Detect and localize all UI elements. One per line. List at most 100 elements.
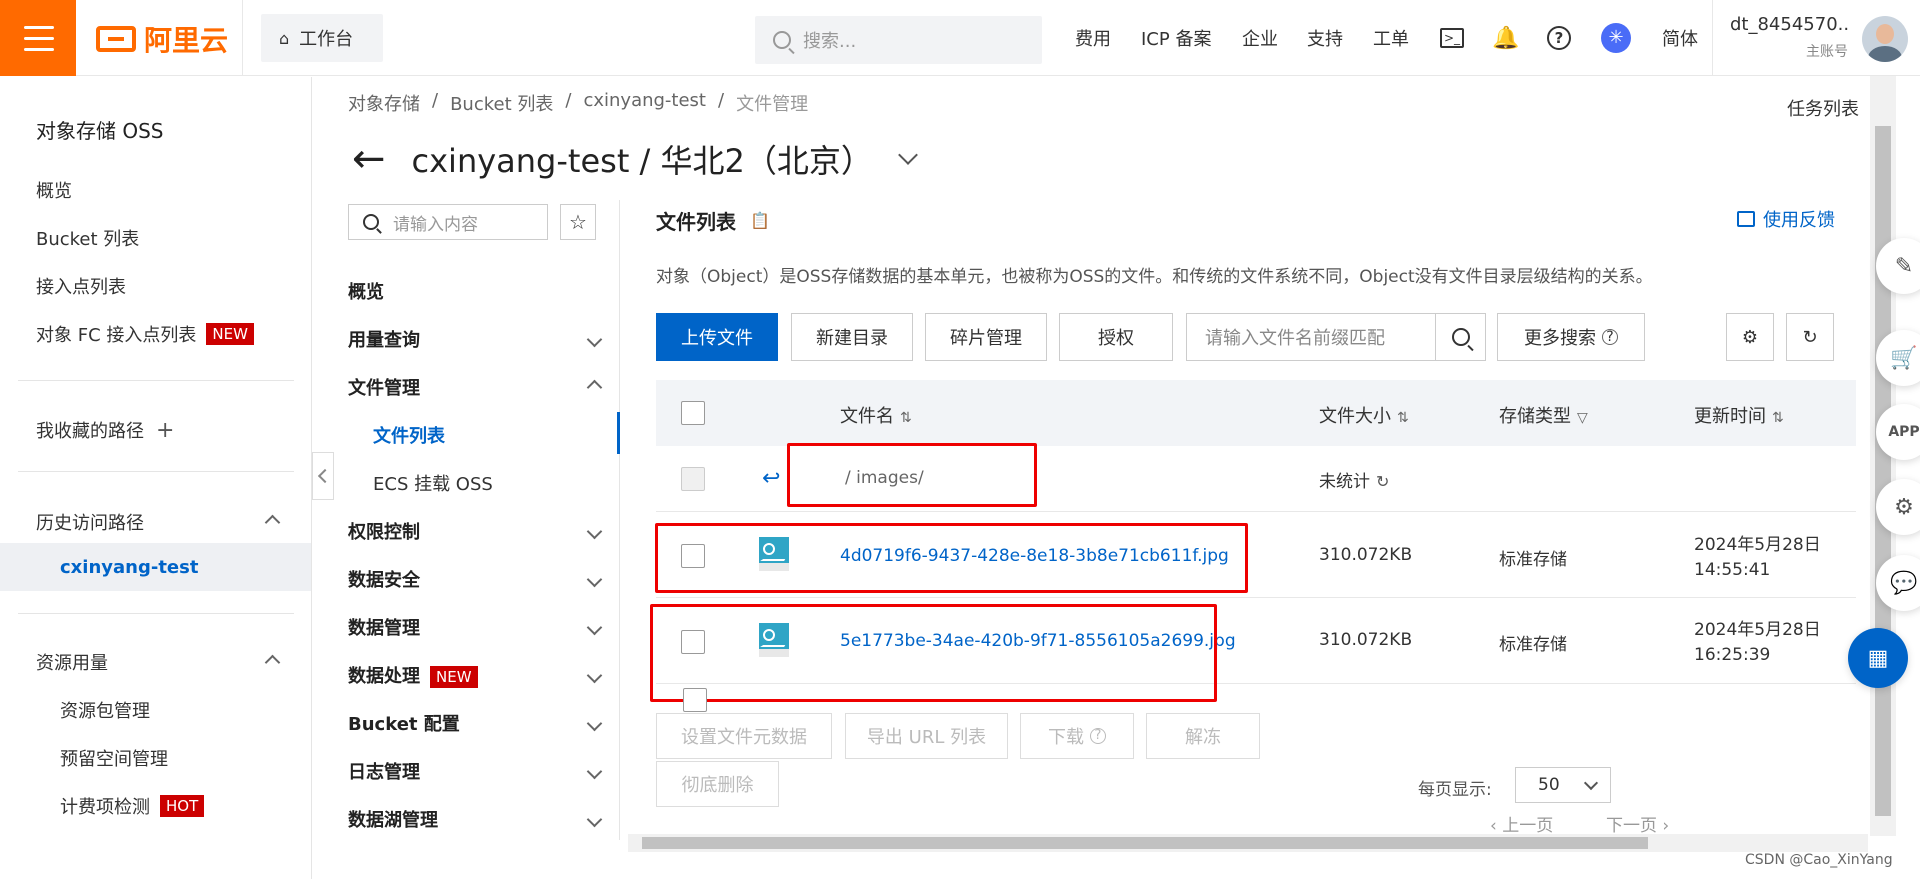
feedback-link[interactable]: 使用反馈 — [1737, 206, 1835, 232]
set-metadata-button[interactable]: 设置文件元数据 — [656, 713, 832, 759]
sidebar-item-fc-access-points[interactable]: 对象 FC 接入点列表 NEW — [36, 321, 254, 347]
per-page-select[interactable]: 50 — [1515, 767, 1611, 803]
sidebar-item-overview[interactable]: 概览 — [36, 177, 72, 203]
language-switch[interactable]: 简体 — [1662, 0, 1698, 76]
menu-data-security[interactable]: 数据安全 — [348, 566, 608, 592]
avatar[interactable] — [1862, 16, 1908, 62]
menu-logs[interactable]: 日志管理 — [348, 758, 608, 784]
sort-icon[interactable]: ⇅ — [1772, 410, 1784, 426]
nav-ticket[interactable]: 工单 — [1373, 0, 1409, 76]
bottom-select-all-checkbox[interactable] — [683, 688, 707, 712]
new-badge: NEW — [430, 666, 478, 688]
global-search-input[interactable]: 搜索... — [755, 16, 1042, 64]
chevron-down-icon — [586, 715, 603, 731]
upload-file-button[interactable]: 上传文件 — [656, 313, 778, 361]
nav-enterprise[interactable]: 企业 — [1242, 0, 1278, 76]
settings-gear-icon[interactable]: ⚙ — [1726, 313, 1774, 361]
unfreeze-button[interactable]: 解冻 — [1146, 713, 1260, 759]
user-name: dt_8454570... — [1730, 14, 1848, 35]
sidebar-item-bucket-list[interactable]: Bucket 列表 — [36, 225, 139, 251]
help-icon[interactable]: ? — [1543, 22, 1575, 54]
terminal-icon[interactable]: >_ — [1436, 22, 1468, 54]
breadcrumb-oss[interactable]: 对象存储 — [348, 90, 420, 116]
more-search-button[interactable]: 更多搜索? — [1497, 313, 1645, 361]
file-prefix-search[interactable]: 请输入文件名前缀匹配 — [1186, 313, 1486, 361]
permanent-delete-button[interactable]: 彻底删除 — [656, 761, 779, 807]
user-role: 主账号 — [1806, 44, 1848, 60]
aliyun-logo[interactable]: 阿里云 — [96, 22, 228, 57]
menu-file-list[interactable]: 文件列表 — [373, 422, 445, 448]
next-page-button[interactable]: 下一页 › — [1606, 811, 1669, 836]
file-list-title: 文件列表 — [656, 210, 736, 234]
back-arrow-icon[interactable]: ← — [352, 139, 386, 179]
filter-icon[interactable]: ▽ — [1577, 410, 1588, 426]
menu-usage[interactable]: 用量查询 — [348, 326, 608, 352]
workbench-button[interactable]: ⌂ 工作台 — [261, 14, 383, 62]
nav-fees[interactable]: 费用 — [1075, 0, 1111, 76]
nav-icp[interactable]: ICP 备案 — [1141, 0, 1211, 76]
column-updated[interactable]: 更新时间 ⇅ — [1694, 402, 1784, 428]
sort-icon[interactable]: ⇅ — [900, 410, 912, 426]
new-folder-button[interactable]: 新建目录 — [791, 313, 913, 361]
plus-icon[interactable]: + — [156, 418, 174, 443]
refresh-icon[interactable]: ↻ — [1376, 472, 1389, 491]
column-size[interactable]: 文件大小 ⇅ — [1319, 402, 1409, 428]
update-time: 16:25:39 — [1694, 645, 1771, 665]
sidebar-item-access-points[interactable]: 接入点列表 — [36, 273, 126, 299]
document-icon[interactable]: 📋 — [750, 211, 770, 230]
menu-bucket-config[interactable]: Bucket 配置 — [348, 710, 608, 736]
fragment-management-button[interactable]: 碎片管理 — [925, 313, 1047, 361]
chevron-down-icon — [586, 331, 603, 347]
left-sidebar: 对象存储 OSS 概览 Bucket 列表 接入点列表 对象 FC 接入点列表 N… — [0, 77, 312, 879]
menu-hamburger-icon[interactable] — [0, 0, 76, 76]
select-all-checkbox[interactable] — [681, 401, 705, 425]
task-list-link[interactable]: 任务列表 — [1787, 95, 1859, 121]
menu-label: 数据管理 — [348, 618, 420, 639]
sidebar-item-reserved-space[interactable]: 预留空间管理 — [60, 745, 168, 771]
menu-data-processing[interactable]: 数据处理 NEW — [348, 662, 608, 688]
column-filename[interactable]: 文件名 ⇅ — [840, 402, 912, 428]
menu-data-management[interactable]: 数据管理 — [348, 614, 608, 640]
favorite-paths[interactable]: 我收藏的路径 + — [36, 417, 174, 443]
breadcrumb-bucket[interactable]: cxinyang-test — [583, 90, 706, 116]
nav-support[interactable]: 支持 — [1307, 0, 1343, 76]
chevron-down-icon — [586, 571, 603, 587]
menu-ecs-mount[interactable]: ECS 挂载 OSS — [373, 470, 493, 496]
return-arrow-icon[interactable]: ↩ — [762, 466, 780, 491]
user-account[interactable]: dt_8454570... 主账号 — [1730, 14, 1848, 61]
history-paths-toggle[interactable]: 历史访问路径 — [36, 509, 281, 535]
prev-page-button[interactable]: ‹ 上一页 — [1490, 811, 1553, 836]
scrollbar-thumb[interactable] — [642, 837, 1648, 849]
file-size: 310.072KB — [1319, 630, 1413, 650]
menu-file-management[interactable]: 文件管理 — [348, 374, 608, 400]
update-time: 14:55:41 — [1694, 560, 1771, 580]
menu-data-lake[interactable]: 数据湖管理 — [348, 806, 608, 832]
column-label: 存储类型 — [1499, 406, 1571, 427]
menu-permission[interactable]: 权限控制 — [348, 518, 608, 544]
chevron-down-icon[interactable] — [897, 145, 918, 165]
refresh-icon[interactable]: ↻ — [1786, 313, 1834, 361]
resource-usage-toggle[interactable]: 资源用量 — [36, 649, 281, 675]
sidebar-item-resource-packs[interactable]: 资源包管理 — [60, 697, 150, 723]
bell-icon[interactable]: 🔔 — [1490, 22, 1522, 54]
scrollbar-thumb[interactable] — [1875, 126, 1891, 816]
sidebar-item-billing-check[interactable]: 计费项检测 HOT — [60, 793, 205, 819]
download-button[interactable]: 下载? — [1020, 713, 1134, 759]
search-button[interactable] — [1435, 314, 1485, 360]
history-item-cxinyang-test[interactable]: cxinyang-test — [60, 557, 198, 578]
ai-assistant-icon[interactable]: ✳ — [1600, 22, 1632, 54]
horizontal-scrollbar[interactable] — [628, 834, 1868, 852]
menu-search-input[interactable]: 请输入内容 — [348, 204, 548, 240]
breadcrumb-bucket-list[interactable]: Bucket 列表 — [450, 90, 553, 116]
column-storage-type[interactable]: 存储类型 ▽ — [1499, 402, 1588, 428]
star-icon[interactable]: ☆ — [560, 204, 596, 240]
table-header — [656, 380, 1856, 446]
chevron-down-icon — [586, 667, 603, 683]
authorize-button[interactable]: 授权 — [1059, 313, 1173, 361]
sort-icon[interactable]: ⇅ — [1397, 410, 1409, 426]
apps-grid-icon[interactable]: ▦ — [1848, 628, 1908, 688]
highlight-box-row1 — [655, 523, 1248, 593]
export-url-button[interactable]: 导出 URL 列表 — [845, 713, 1008, 759]
sidebar-collapse-button[interactable] — [312, 452, 334, 500]
menu-overview[interactable]: 概览 — [348, 278, 608, 304]
